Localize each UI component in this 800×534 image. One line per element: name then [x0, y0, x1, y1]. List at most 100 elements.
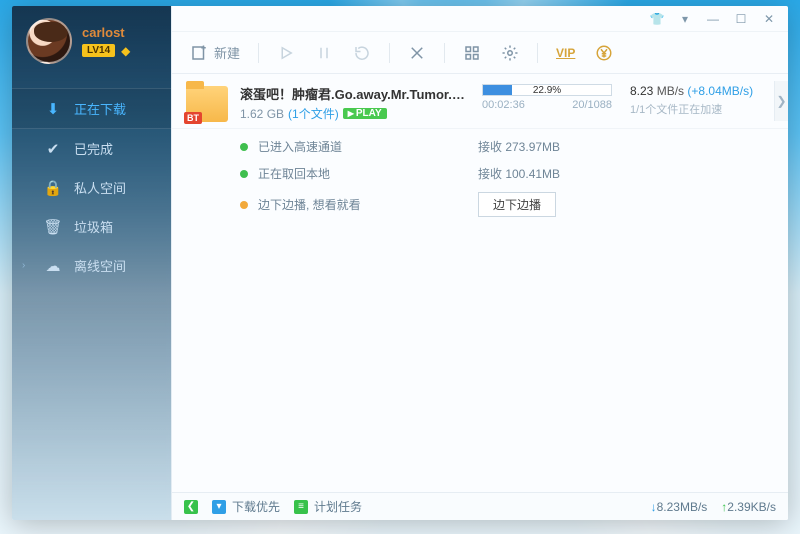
dropdown-icon[interactable]: ▾: [678, 12, 692, 26]
detail-value: 接收 100.41MB: [478, 165, 560, 182]
download-icon: ⬇: [44, 100, 62, 118]
sidebar-item-label: 私人空间: [74, 178, 126, 197]
cloud-icon: ☁: [44, 257, 62, 275]
sidebar-item-private[interactable]: 🔒 私人空间: [12, 168, 171, 207]
new-icon: [190, 44, 208, 62]
speed-column: 8.23 MB/s (+8.04MB/s) 1/1个文件正在加速: [624, 84, 774, 122]
settings-button[interactable]: [493, 40, 527, 66]
detail-row: 正在取回本地 接收 100.41MB: [240, 160, 774, 187]
speed-unit: MB/s: [657, 84, 684, 98]
detail-label: 正在取回本地: [258, 165, 468, 182]
progress-bar: 22.9%: [482, 84, 612, 96]
priority-icon: ▾: [212, 500, 226, 514]
delete-icon: [408, 44, 426, 62]
sidebar-item-label: 正在下载: [74, 99, 126, 118]
sidebar-item-trash[interactable]: 🗑 垃圾箱: [12, 207, 171, 246]
new-label: 新建: [214, 43, 240, 62]
separator: [258, 43, 259, 63]
minimize-icon[interactable]: —: [706, 12, 720, 26]
play-icon: [277, 44, 295, 62]
bt-badge: BT: [184, 112, 202, 124]
down-speed: ↓8.23MB/s: [651, 500, 708, 514]
level-badge: LV14: [82, 44, 115, 57]
vip-button[interactable]: VIP: [548, 42, 583, 64]
username[interactable]: carlost: [82, 25, 130, 40]
accel-status: 1/1个文件正在加速: [630, 101, 774, 117]
speed-boost: (+8.04MB/s): [687, 84, 753, 98]
grid-icon: [463, 44, 481, 62]
pause-button[interactable]: [307, 40, 341, 66]
close-icon[interactable]: ✕: [762, 12, 776, 26]
task-details: 已进入高速通道 接收 273.97MB 正在取回本地 接收 100.41MB 边…: [172, 129, 788, 234]
separator: [389, 43, 390, 63]
sidebar-item-downloading[interactable]: ⬇ 正在下载: [12, 88, 171, 129]
profile-badges: LV14 ◆: [82, 44, 130, 58]
priority-label: 下载优先: [232, 498, 280, 515]
play-badge[interactable]: PLAY: [343, 108, 387, 119]
content: BT 滚蛋吧！肿瘤君.Go.away.Mr.Tumor.2015... 1.62…: [172, 74, 788, 492]
lock-icon: 🔒: [44, 179, 62, 197]
status-bar: ❮ ▾ 下载优先 ≡ 计划任务 ↓8.23MB/s ↑2.39KB/s: [172, 492, 788, 520]
diamond-icon: ◆: [121, 44, 130, 58]
file-count-link[interactable]: (1个文件): [288, 105, 339, 122]
gear-icon: [501, 44, 519, 62]
skin-icon[interactable]: 👕: [650, 12, 664, 26]
task-info: 滚蛋吧！肿瘤君.Go.away.Mr.Tumor.2015... 1.62 GB…: [240, 84, 470, 122]
sidebar-item-label: 离线空间: [74, 256, 126, 275]
task-title: 滚蛋吧！肿瘤君.Go.away.Mr.Tumor.2015...: [240, 84, 470, 103]
task-row[interactable]: BT 滚蛋吧！肿瘤君.Go.away.Mr.Tumor.2015... 1.62…: [172, 74, 788, 129]
sidebar-item-completed[interactable]: ✔ 已完成: [12, 129, 171, 168]
priority-toggle[interactable]: ▾ 下载优先: [212, 498, 280, 515]
main-panel: 👕 ▾ — ☐ ✕ 新建 VIP: [171, 6, 788, 520]
progress-column: 22.9% 00:02:36 20/1088: [482, 84, 612, 122]
sidebar-item-offline[interactable]: › ☁ 离线空间: [12, 246, 171, 285]
toolbar: 新建 VIP: [172, 32, 788, 74]
profile-info: carlost LV14 ◆: [82, 25, 130, 58]
status-dot-icon: [240, 201, 248, 209]
pause-icon: [315, 44, 333, 62]
peers: 20/1088: [572, 99, 612, 111]
schedule-icon: ≡: [294, 500, 308, 514]
maximize-icon[interactable]: ☐: [734, 12, 748, 26]
app-window: carlost LV14 ◆ ⬇ 正在下载 ✔ 已完成 🔒 私人空: [12, 6, 788, 520]
play-while-downloading-button[interactable]: 边下边播: [478, 192, 556, 217]
detail-label: 已进入高速通道: [258, 138, 468, 155]
avatar[interactable]: [26, 18, 72, 64]
delete-button[interactable]: [400, 40, 434, 66]
sidebar-item-label: 已完成: [74, 139, 113, 158]
schedule-label: 计划任务: [314, 498, 362, 515]
detail-row: 边下边播, 想看就看 边下边播: [240, 187, 774, 222]
expand-handle[interactable]: ❯: [774, 81, 788, 121]
check-icon: ✔: [44, 140, 62, 158]
refresh-icon: [353, 44, 371, 62]
task-size: 1.62 GB: [240, 107, 284, 121]
vip-label: VIP: [556, 46, 575, 60]
elapsed-time: 00:02:36: [482, 99, 525, 111]
sidebar-item-label: 垃圾箱: [74, 217, 113, 236]
apps-button[interactable]: [455, 40, 489, 66]
collapse-icon[interactable]: ❮: [184, 500, 198, 514]
progress-pct: 22.9%: [483, 85, 611, 95]
profile: carlost LV14 ◆: [12, 6, 171, 74]
status-dot-icon: [240, 170, 248, 178]
separator: [537, 43, 538, 63]
yen-icon: [595, 44, 613, 62]
new-task-button[interactable]: 新建: [182, 39, 248, 66]
chevron-right-icon: ›: [22, 260, 32, 271]
speed-value: 8.23: [630, 84, 653, 98]
schedule-toggle[interactable]: ≡ 计划任务: [294, 498, 362, 515]
status-dot-icon: [240, 143, 248, 151]
sidebar: carlost LV14 ◆ ⬇ 正在下载 ✔ 已完成 🔒 私人空: [12, 6, 171, 520]
up-speed: ↑2.39KB/s: [721, 500, 776, 514]
detail-label: 边下边播, 想看就看: [258, 196, 468, 213]
detail-value: 接收 273.97MB: [478, 138, 560, 155]
trash-icon: 🗑: [44, 218, 62, 236]
window-controls: 👕 ▾ — ☐ ✕: [172, 6, 788, 32]
folder-icon: BT: [186, 86, 228, 122]
start-button[interactable]: [269, 40, 303, 66]
detail-row: 已进入高速通道 接收 273.97MB: [240, 133, 774, 160]
restart-button[interactable]: [345, 40, 379, 66]
currency-button[interactable]: [587, 40, 621, 66]
sidebar-nav: ⬇ 正在下载 ✔ 已完成 🔒 私人空间 🗑 垃圾箱 › ☁ 离线空间: [12, 88, 171, 285]
separator: [444, 43, 445, 63]
